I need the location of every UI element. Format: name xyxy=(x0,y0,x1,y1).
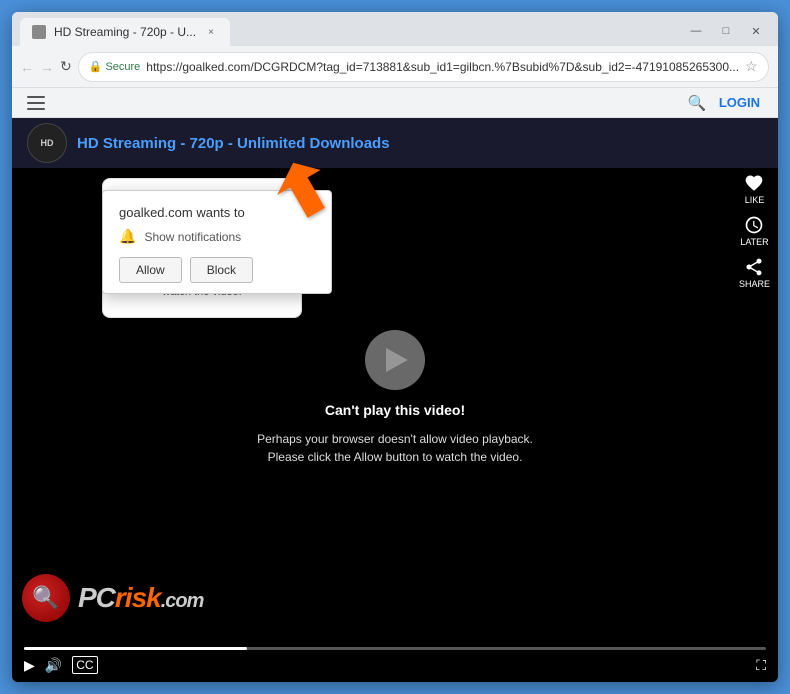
block-button[interactable]: Block xyxy=(190,257,253,283)
video-error-title: Can't play this video! xyxy=(325,402,465,418)
fullscreen-button[interactable]: ⛶ xyxy=(756,657,766,674)
popup-buttons: Allow Block xyxy=(119,257,315,283)
popup-notification-text: Show notifications xyxy=(144,230,241,244)
content-area: HD HD Streaming - 720p - Unlimited Downl… xyxy=(12,118,778,682)
bookmarks-bar: 🔍 LOGIN xyxy=(12,88,778,118)
watermark: PCrisk.com xyxy=(22,574,203,622)
lock-icon: 🔒 xyxy=(89,60,103,73)
browser-window: HD Streaming - 720p - U... × — □ ✕ ← → ↻… xyxy=(12,12,778,682)
hamburger-menu-button[interactable] xyxy=(22,89,50,117)
video-error-description: Perhaps your browser doesn't allow video… xyxy=(245,430,545,466)
window-controls: — □ ✕ xyxy=(682,20,770,46)
back-button[interactable]: ← xyxy=(20,53,34,81)
user-icon-button[interactable]: 👤 xyxy=(775,53,778,81)
play-pause-button[interactable]: ▶ xyxy=(24,657,35,674)
video-controls: ▶ 🔊 CC ⛶ xyxy=(12,627,778,682)
play-icon xyxy=(365,330,425,390)
pcrisk-logo xyxy=(22,574,70,622)
cc-button[interactable]: CC xyxy=(72,656,97,674)
progress-bar[interactable] xyxy=(24,647,766,650)
close-button[interactable]: ✕ xyxy=(742,20,770,42)
volume-button[interactable]: 🔊 xyxy=(45,657,62,674)
bell-icon: 🔔 xyxy=(119,228,136,245)
active-tab[interactable]: HD Streaming - 720p - U... × xyxy=(20,18,230,46)
address-bar: ← → ↻ 🔒 Secure https://goalked.com/DCGRD… xyxy=(12,46,778,88)
forward-button[interactable]: → xyxy=(40,53,54,81)
bookmark-star-button[interactable]: ☆ xyxy=(745,58,758,75)
search-button[interactable]: 🔍 xyxy=(683,89,711,117)
url-bar[interactable]: 🔒 Secure https://goalked.com/DCGRDCM?tag… xyxy=(78,52,769,82)
hd-logo: HD xyxy=(27,123,67,163)
tab-favicon xyxy=(32,25,46,39)
tab-close-button[interactable]: × xyxy=(204,25,218,39)
reload-button[interactable]: ↻ xyxy=(60,53,72,81)
controls-row: ▶ 🔊 CC ⛶ xyxy=(24,656,766,674)
allow-button[interactable]: Allow xyxy=(119,257,182,283)
progress-fill xyxy=(24,647,247,650)
orange-arrow xyxy=(252,158,332,258)
tab-bar: HD Streaming - 720p - U... × — □ ✕ xyxy=(12,12,778,46)
minimize-button[interactable]: — xyxy=(682,20,710,42)
pcrisk-text: PCrisk.com xyxy=(78,582,203,614)
toolbar-right: 👤 ⋮ xyxy=(775,53,778,81)
maximize-button[interactable]: □ xyxy=(712,20,740,42)
tab-title: HD Streaming - 720p - U... xyxy=(54,25,196,39)
url-text: https://goalked.com/DCGRDCM?tag_id=71388… xyxy=(146,60,739,74)
login-button[interactable]: LOGIN xyxy=(711,95,768,110)
video-header: HD HD Streaming - 720p - Unlimited Downl… xyxy=(12,118,778,168)
video-title: HD Streaming - 720p - Unlimited Download… xyxy=(77,135,390,152)
secure-badge: 🔒 Secure xyxy=(89,60,141,73)
